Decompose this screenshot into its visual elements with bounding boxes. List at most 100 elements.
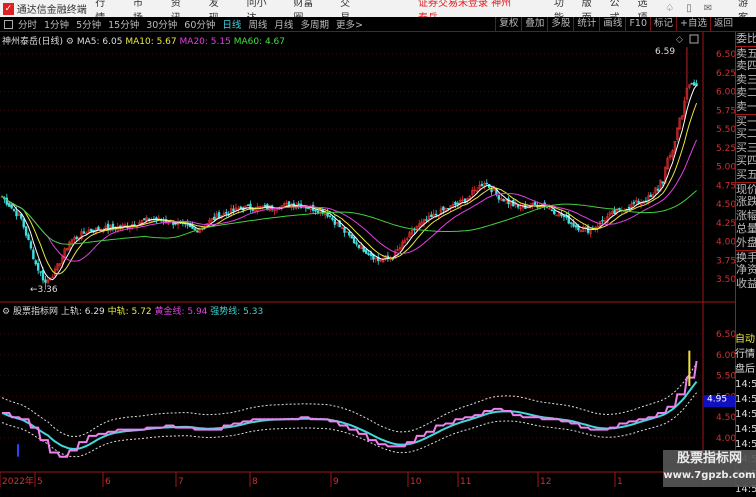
candle-body (430, 214, 433, 217)
app-title: 通达信金融终端 (16, 5, 87, 16)
skin-icon[interactable]: ♤ (665, 3, 674, 14)
candle-body (649, 194, 652, 198)
candle-body (497, 195, 501, 200)
multi-stock-button[interactable]: 多股 (547, 17, 573, 32)
ma20-line (1, 139, 698, 262)
upper-band-value: 上轨: 6.29 (60, 307, 105, 317)
tick-tab[interactable]: 行情 (735, 347, 756, 362)
quote-label: 外盘 (736, 235, 756, 249)
add-watchlist-button[interactable]: +自选 (676, 17, 710, 32)
period-weekly[interactable]: 周线 (248, 17, 267, 31)
message-icon[interactable]: ✉ (704, 3, 712, 14)
candle-body (8, 202, 11, 207)
quote-label: 净资 (736, 263, 756, 277)
candle-body (239, 206, 242, 209)
candle-body (32, 249, 35, 260)
period-60min[interactable]: 60分钟 (184, 17, 215, 31)
candle-body (297, 203, 300, 205)
candle-body (213, 216, 216, 220)
candle-body (425, 219, 428, 221)
y-tick-label: 3.50 (716, 275, 735, 285)
quote-label: 买一 (736, 113, 756, 128)
y-tick-label: 4.50 (716, 413, 735, 423)
strong-line (1, 380, 698, 450)
quote-label: 卖二 (736, 86, 756, 100)
period-intraday[interactable]: 分时 (18, 17, 37, 31)
candle-body (550, 209, 554, 212)
period-30min[interactable]: 30分钟 (146, 17, 177, 31)
back-button[interactable]: 返回 (709, 17, 736, 32)
f10-button[interactable]: F10 (625, 17, 650, 32)
tick-time: 14:56 (735, 394, 756, 405)
candle-body (246, 204, 250, 206)
mark-button[interactable]: 标记 (650, 17, 676, 32)
candle-body (348, 231, 351, 236)
candle-body (34, 260, 37, 265)
y-tick-label: 6.25 (716, 69, 735, 79)
y-tick-label: 6.00 (716, 351, 735, 361)
y-tick-label: 6.50 (716, 330, 735, 340)
candle-body (343, 227, 346, 233)
quote-label: 买二 (736, 127, 756, 141)
high-price-label: 6.59 (655, 47, 675, 57)
mobile-icon[interactable]: ▯ (686, 3, 692, 14)
candle-body (196, 230, 199, 233)
tick-tab[interactable]: 自动 (735, 332, 756, 347)
draw-line-button[interactable]: 画线 (599, 17, 625, 32)
restore-rights-button[interactable]: 复权 (495, 17, 521, 32)
candle-body (331, 217, 334, 220)
candle-body (572, 223, 575, 227)
candle-body (562, 215, 566, 218)
y-tick-label: 4.50 (716, 200, 735, 210)
period-1min[interactable]: 1分钟 (44, 17, 69, 31)
quote-label: 总量 (736, 222, 756, 236)
candle-body (434, 213, 438, 216)
gold-line-value: 黄金线: 5.94 (154, 307, 208, 317)
period-15min[interactable]: 15分钟 (108, 17, 139, 31)
candle-body (533, 201, 537, 206)
kline-chart[interactable]: 6.50 6.25 6.00 5.75 5.50 5.25 5.00 4.75 4.50 4.25… (0, 32, 735, 487)
statistics-button[interactable]: 统计 (573, 17, 599, 32)
candle-body (601, 220, 604, 222)
period-monthly[interactable]: 月线 (274, 17, 293, 31)
x-tick-label: 1 (617, 477, 623, 487)
candle-body (193, 228, 197, 231)
x-tick-label: 6 (105, 477, 111, 487)
candle-body (251, 208, 255, 211)
period-more[interactable]: 更多> (336, 17, 363, 31)
quote-label: 买四 (736, 154, 756, 168)
overlay-button[interactable]: 叠加 (521, 17, 547, 32)
candle-body (75, 236, 78, 239)
panel-toggle-icon[interactable] (4, 19, 13, 29)
settings-icon[interactable]: ⚙ (2, 307, 10, 317)
ma10-value: MA10: 5.67 (125, 37, 177, 47)
strong-line-value: 强势线: 5.33 (210, 307, 264, 317)
quote-label: 买三 (736, 140, 756, 154)
quote-label: 卖一 (736, 99, 756, 113)
ma5-line (1, 85, 697, 281)
candle-body (12, 208, 16, 211)
candle-body (656, 188, 660, 191)
tick-tab[interactable]: 盘后 (735, 362, 756, 377)
stock-name: 神州泰岳(日线) (2, 37, 64, 47)
period-multi[interactable]: 多周期 (300, 17, 329, 31)
main-indicator-info: 神州泰岳(日线) ⚙ MA5: 6.05 MA10: 5.67 MA20: 5.… (2, 34, 285, 47)
quote-label: 涨幅 (736, 208, 756, 222)
period-5min[interactable]: 5分钟 (76, 17, 101, 31)
panel-icon (689, 34, 699, 44)
candle-body (29, 241, 33, 249)
candle-body (333, 219, 337, 225)
y-tick-label: 5.00 (716, 163, 735, 173)
candle-body (316, 210, 320, 213)
ma20-value: MA20: 5.15 (179, 37, 231, 47)
x-tick-label: 12 (540, 477, 551, 487)
candle-body (263, 204, 267, 207)
settings-icon[interactable]: ⚙ (66, 37, 74, 47)
y-tick-label: 5.25 (716, 144, 735, 154)
quote-label: 换手 (736, 249, 756, 264)
quote-label: 委比 (736, 32, 756, 45)
candle-body (695, 83, 698, 87)
period-daily[interactable]: 日线 (222, 17, 241, 31)
x-tick-label: 2022年 (2, 475, 34, 487)
candle-body (39, 271, 42, 273)
